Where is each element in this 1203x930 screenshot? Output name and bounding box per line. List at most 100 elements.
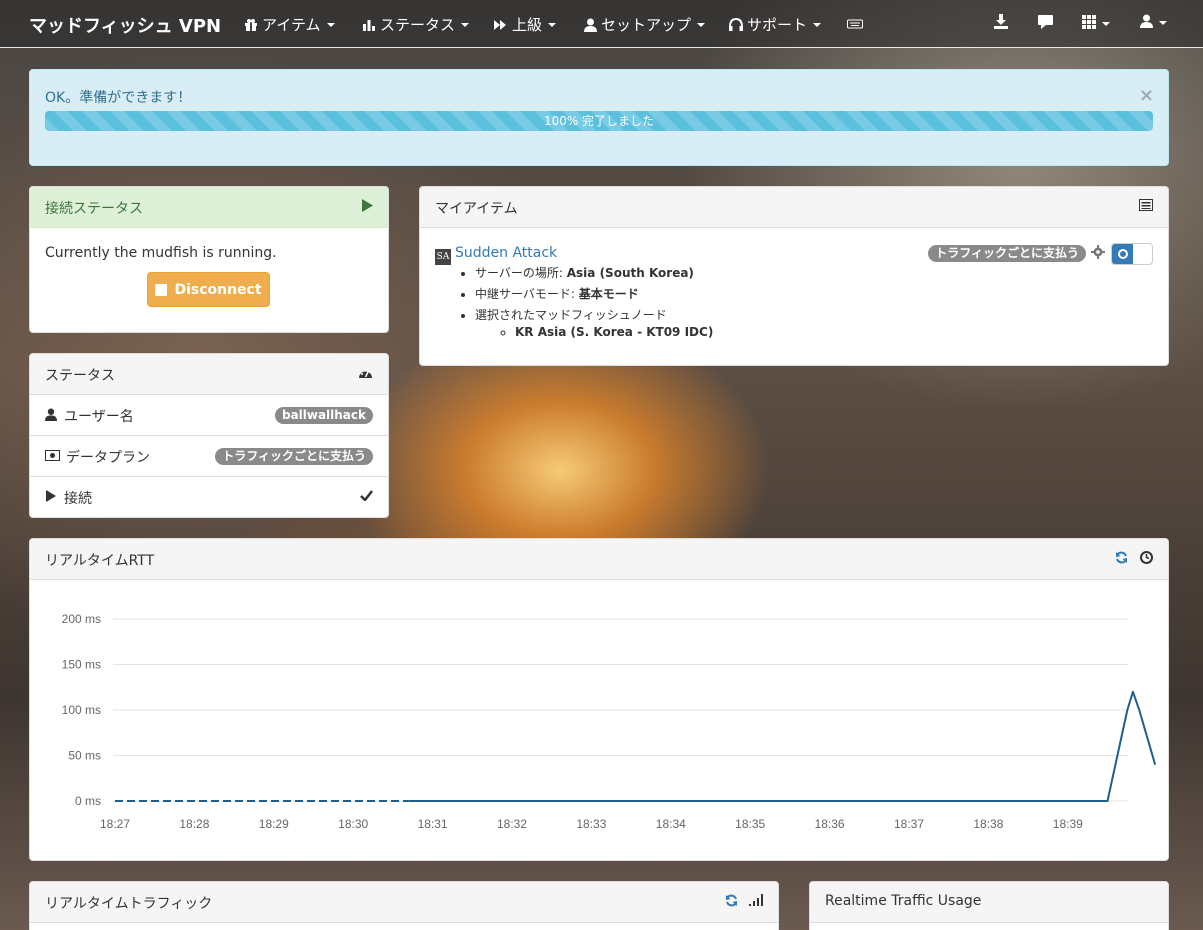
item-toggle[interactable] bbox=[1111, 243, 1153, 265]
chevron-down-icon bbox=[813, 22, 822, 27]
nav-status-menu[interactable]: ステータス bbox=[362, 14, 470, 35]
x-tick-label: 18:27 bbox=[100, 817, 130, 831]
x-tick-label: 18:30 bbox=[338, 817, 368, 831]
x-tick-label: 18:33 bbox=[576, 817, 606, 831]
panel-title: リアルタイムトラフィック bbox=[45, 896, 213, 912]
panel-title: リアルタイムRTT bbox=[45, 553, 155, 569]
stop-icon bbox=[155, 283, 168, 296]
item-details-list: サーバーの場所: Asia (South Korea) 中継サーバモード: 基本… bbox=[475, 264, 713, 343]
close-icon[interactable]: × bbox=[1139, 85, 1154, 106]
apps-menu[interactable] bbox=[1082, 15, 1110, 33]
item-title: SA Sudden Attack bbox=[435, 245, 557, 265]
connection-status-panel: 接続ステータス Currently the mudfish is running… bbox=[29, 186, 389, 333]
row-label: データプラン bbox=[66, 450, 150, 466]
gift-icon bbox=[244, 18, 258, 32]
y-tick-label: 100 ms bbox=[62, 703, 101, 717]
toggle-knob bbox=[1112, 244, 1133, 264]
chevron-down-icon bbox=[1159, 21, 1167, 25]
play-icon bbox=[45, 490, 56, 506]
nav-advanced-label: 上級 bbox=[512, 16, 543, 34]
check-icon bbox=[360, 489, 373, 505]
row-label: ユーザー名 bbox=[64, 409, 134, 425]
x-tick-label: 18:35 bbox=[735, 817, 765, 831]
chevron-down-icon bbox=[326, 22, 335, 27]
item-link[interactable]: Sudden Attack bbox=[455, 245, 557, 261]
x-tick-label: 18:32 bbox=[497, 817, 527, 831]
nav-advanced-menu[interactable]: 上級 bbox=[493, 14, 557, 35]
item-plan-badge: トラフィックごとに支払う bbox=[928, 245, 1086, 262]
clock-icon[interactable] bbox=[1140, 551, 1153, 568]
alert-message: OK。準備ができます！ bbox=[45, 90, 192, 106]
play-icon[interactable] bbox=[361, 199, 373, 216]
chevron-down-icon bbox=[1102, 22, 1110, 26]
panel-title: Realtime Traffic Usage bbox=[825, 893, 982, 909]
comment-icon bbox=[1038, 15, 1053, 33]
nav-items-label: アイテム bbox=[262, 16, 321, 34]
signal-icon[interactable] bbox=[749, 894, 763, 910]
user-icon bbox=[45, 408, 57, 425]
money-icon bbox=[45, 449, 60, 465]
refresh-icon[interactable] bbox=[725, 894, 738, 911]
fast-forward-icon bbox=[493, 18, 508, 32]
selected-node: KR Asia (S. Korea - KT09 IDC) bbox=[515, 325, 713, 339]
panel-title: マイアイテム bbox=[435, 201, 518, 217]
running-status-text: Currently the mudfish is running. bbox=[45, 245, 277, 261]
data-plan-badge: トラフィックごとに支払う bbox=[215, 448, 373, 465]
y-tick-label: 200 ms bbox=[62, 612, 101, 626]
list-item-username: ユーザー名 ballwallhack bbox=[30, 395, 388, 436]
download-button[interactable] bbox=[994, 14, 1008, 33]
brand-logo[interactable]: マッドフィッシュ VPN bbox=[29, 12, 221, 38]
keyboard-icon bbox=[847, 16, 863, 34]
x-tick-label: 18:36 bbox=[815, 817, 845, 831]
refresh-icon[interactable] bbox=[1115, 551, 1128, 568]
list-item-connection: 接続 bbox=[30, 477, 388, 517]
panel-title: 接続ステータス bbox=[45, 201, 143, 217]
user-icon bbox=[584, 18, 597, 32]
usage-panel: Realtime Traffic Usage bbox=[809, 881, 1169, 930]
keyboard-button[interactable] bbox=[847, 16, 863, 34]
nav-support-label: サポート bbox=[747, 16, 808, 34]
x-tick-label: 18:38 bbox=[973, 817, 1003, 831]
status-panel: ステータス ユーザー名 ballwallhack データプラン トラフィックごと… bbox=[29, 353, 389, 518]
nav-items-menu[interactable]: アイテム bbox=[244, 14, 335, 35]
item-plan-badge-wrap: トラフィックごとに支払う bbox=[928, 245, 1086, 262]
connection-status-heading: 接続ステータス bbox=[30, 187, 388, 228]
account-menu[interactable] bbox=[1140, 14, 1167, 32]
user-icon bbox=[1140, 14, 1153, 32]
panel-title: ステータス bbox=[45, 368, 115, 384]
list-alt-icon[interactable] bbox=[1139, 199, 1153, 215]
nav-setup-label: セットアップ bbox=[601, 16, 692, 34]
disconnect-button[interactable]: Disconnect bbox=[147, 272, 270, 307]
list-item-data-plan: データプラン トラフィックごとに支払う bbox=[30, 436, 388, 477]
headphones-icon bbox=[729, 17, 743, 32]
rtt-series-line bbox=[408, 690, 1157, 802]
rtt-heading: リアルタイムRTT bbox=[30, 539, 1168, 580]
chevron-down-icon bbox=[548, 22, 557, 27]
x-tick-label: 18:31 bbox=[418, 817, 448, 831]
x-tick-label: 18:34 bbox=[656, 817, 686, 831]
dashboard-icon[interactable] bbox=[358, 366, 373, 383]
nav-setup-menu[interactable]: セットアップ bbox=[584, 14, 706, 35]
gear-icon[interactable] bbox=[1091, 245, 1105, 263]
list-item: サーバーの場所: Asia (South Korea) bbox=[475, 264, 713, 281]
bar-chart-icon bbox=[362, 18, 376, 32]
status-heading: ステータス bbox=[30, 354, 388, 395]
x-tick-label: 18:29 bbox=[259, 817, 289, 831]
list-item: 中継サーバモード: 基本モード bbox=[475, 285, 713, 302]
chat-button[interactable] bbox=[1038, 15, 1053, 33]
y-tick-label: 50 ms bbox=[68, 749, 101, 763]
download-icon bbox=[994, 14, 1008, 33]
nav-status-label: ステータス bbox=[380, 16, 456, 34]
grid-icon bbox=[1082, 15, 1096, 33]
my-items-panel: マイアイテム SASudden Attack トラフィックごとに支払う サーバー… bbox=[419, 186, 1169, 366]
y-tick-label: 0 ms bbox=[75, 794, 101, 808]
list-item: 選択されたマッドフィッシュノード KR Asia (S. Korea - KT0… bbox=[475, 306, 713, 339]
traffic-heading: リアルタイムトラフィック bbox=[30, 882, 778, 923]
disconnect-label: Disconnect bbox=[174, 281, 262, 298]
x-tick-label: 18:37 bbox=[894, 817, 924, 831]
x-tick-label: 18:28 bbox=[179, 817, 209, 831]
y-tick-label: 150 ms bbox=[62, 658, 101, 672]
nav-support-menu[interactable]: サポート bbox=[729, 14, 822, 35]
progress-text: 100% 完了しました bbox=[543, 114, 655, 128]
row-label: 接続 bbox=[64, 491, 92, 507]
